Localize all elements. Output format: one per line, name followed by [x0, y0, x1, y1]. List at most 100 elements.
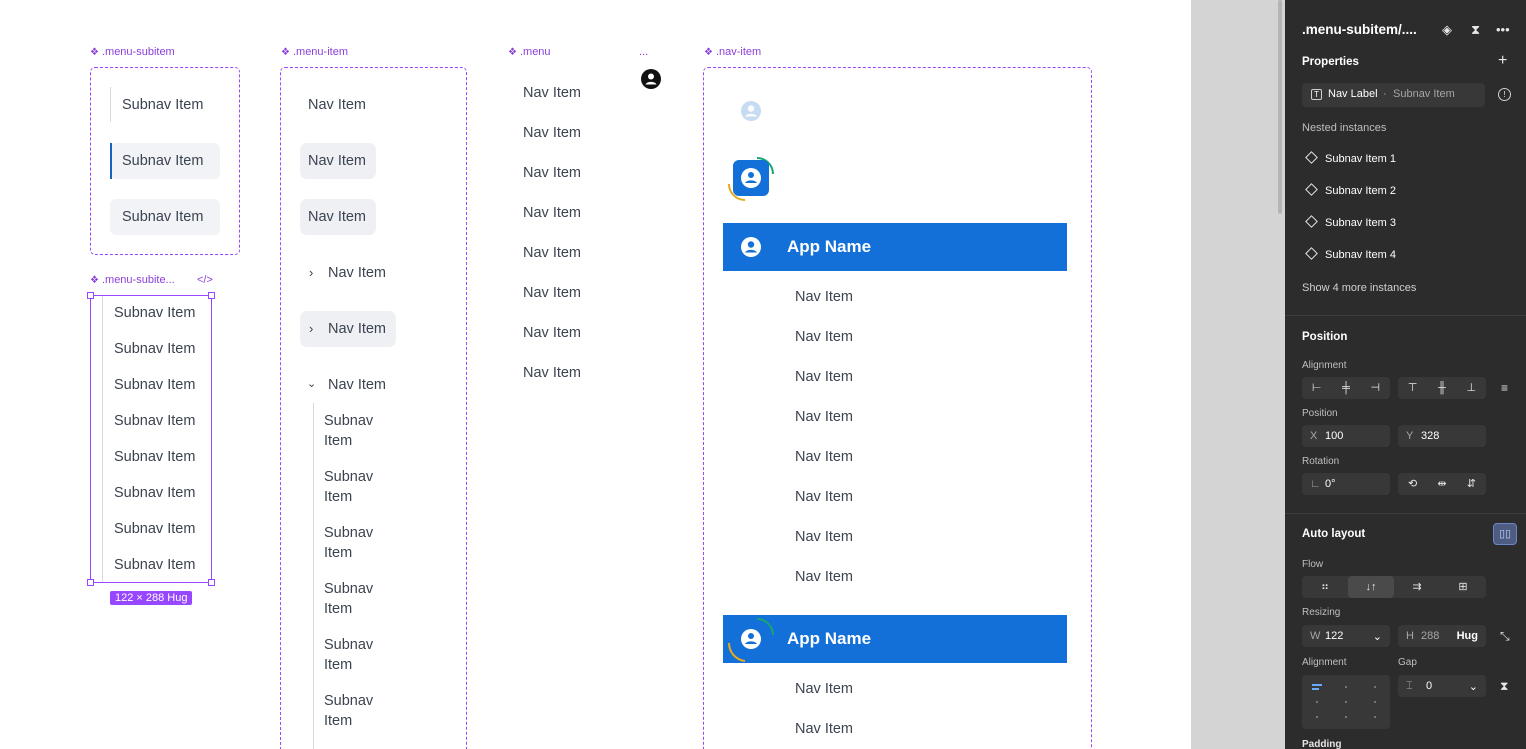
nav-item[interactable]: Nav Item [795, 489, 853, 505]
chevron-down-icon[interactable]: ⌄ [1373, 630, 1382, 643]
subnav-wrapped-line2[interactable]: Item [324, 545, 352, 561]
layout-settings-icon[interactable]: ⧗ [1500, 679, 1508, 694]
flow-horizontal-icon[interactable]: ⇉ [1394, 576, 1440, 598]
resize-handle-bottom-right[interactable] [208, 579, 215, 586]
distribute-icon[interactable]: ≡ [1501, 381, 1508, 395]
chevron-down-icon[interactable]: ⌄ [307, 377, 316, 390]
x-position-field[interactable]: X 100 [1302, 425, 1390, 447]
list-item[interactable]: Subnav Item [114, 449, 195, 465]
app-bar-primary[interactable]: App Name [723, 223, 1067, 271]
component-icon[interactable]: ◈ [1442, 22, 1452, 38]
alignment-grid[interactable] [1302, 675, 1390, 729]
nested-instance-2[interactable]: Subnav Item 2 [1305, 183, 1396, 197]
info-icon[interactable]: ! [1498, 88, 1511, 101]
more-icon[interactable]: ••• [1496, 22, 1510, 37]
horizontal-align-group[interactable]: ⊢ ╪ ⊣ [1302, 377, 1390, 399]
nested-instance-1[interactable]: Subnav Item 1 [1305, 151, 1396, 165]
nav-item[interactable]: Nav Item [795, 721, 853, 737]
subnav-item-default[interactable]: Subnav Item [122, 97, 203, 113]
nav-item-expanded[interactable]: Nav Item [328, 377, 386, 393]
menu-component-label[interactable]: ❖ .menu [508, 46, 551, 58]
nav-item[interactable]: Nav Item [795, 569, 853, 585]
rotation-field[interactable]: ∟ 0° [1302, 473, 1390, 495]
nav-item[interactable]: Nav Item [795, 329, 853, 345]
align-top-icon[interactable]: ⊤ [1398, 377, 1427, 399]
add-property-icon[interactable]: + [1498, 52, 1507, 70]
flow-free-icon[interactable]: ⠶ [1302, 576, 1348, 598]
subnav-wrapped-line1[interactable]: Subnav [324, 693, 373, 709]
align-bottom-icon[interactable]: ⊥ [1457, 377, 1486, 399]
align-center-h-icon[interactable]: ╪ [1331, 377, 1360, 399]
align-right-icon[interactable]: ⊣ [1361, 377, 1390, 399]
rotate-icon[interactable]: ⟲ [1398, 473, 1427, 495]
design-canvas[interactable]: ❖ .menu-subitem ❖ .menu-item ❖ .menu ... ❖.… [0, 0, 1191, 749]
menu-subitem-component-label[interactable]: ❖ .menu-subitem [90, 46, 175, 58]
y-position-field[interactable]: Y 328 [1398, 425, 1486, 447]
flip-horizontal-icon[interactable]: ⇹ [1427, 473, 1456, 495]
list-item[interactable]: Subnav Item [114, 413, 195, 429]
menu-ellipsis-label[interactable]: ... [639, 46, 648, 58]
nav-item-collapsed[interactable]: Nav Item [328, 265, 386, 281]
gap-field[interactable]: ⌶ 0 ⌄ [1398, 675, 1486, 697]
user-avatar-icon[interactable] [641, 69, 661, 89]
menu-nav-item[interactable]: Nav Item [523, 205, 581, 221]
subnav-wrapped-line2[interactable]: Item [324, 489, 352, 505]
nested-instance-4[interactable]: Subnav Item 4 [1305, 247, 1396, 261]
resize-handle-top-right[interactable] [208, 292, 215, 299]
subnav-wrapped-line2[interactable]: Item [324, 433, 352, 449]
list-item[interactable]: Subnav Item [114, 485, 195, 501]
transform-group[interactable]: ⟲ ⇹ ⇵ [1398, 473, 1486, 495]
subnav-wrapped-line2[interactable]: Item [324, 657, 352, 673]
list-item[interactable]: Subnav Item [114, 305, 195, 321]
height-field[interactable]: H 288 Hug [1398, 625, 1486, 647]
chevron-right-icon[interactable]: › [309, 321, 313, 336]
resize-to-fit-icon[interactable]: ⤡ [1500, 629, 1510, 644]
menu-nav-item[interactable]: Nav Item [523, 365, 581, 381]
menu-nav-item[interactable]: Nav Item [523, 165, 581, 181]
nav-item[interactable]: Nav Item [795, 289, 853, 305]
menu-nav-item[interactable]: Nav Item [523, 125, 581, 141]
nav-item-component-label[interactable]: ❖ .nav-item [704, 46, 761, 58]
flow-vertical-icon[interactable]: ↓↑ [1348, 576, 1394, 598]
app-bar-secondary[interactable]: App Name [723, 615, 1067, 663]
align-left-icon[interactable]: ⊢ [1302, 377, 1331, 399]
nav-item[interactable]: Nav Item [795, 369, 853, 385]
subnav-item-hover[interactable]: Subnav Item [122, 209, 203, 225]
menu-subitem-instance-label[interactable]: ❖ .menu-subite... [90, 274, 175, 286]
subnav-wrapped-line1[interactable]: Subnav [324, 525, 373, 541]
subnav-wrapped-line2[interactable]: Item [324, 601, 352, 617]
nav-item[interactable]: Nav Item [795, 529, 853, 545]
show-more-instances-link[interactable]: Show 4 more instances [1302, 282, 1416, 294]
nav-item-hover[interactable]: Nav Item [308, 209, 366, 225]
flip-vertical-icon[interactable]: ⇵ [1457, 473, 1486, 495]
list-item[interactable]: Subnav Item [114, 557, 195, 573]
chevron-right-icon[interactable]: › [309, 265, 313, 280]
subnav-wrapped-line1[interactable]: Subnav [324, 413, 373, 429]
nav-item[interactable]: Nav Item [795, 449, 853, 465]
auto-layout-toggle-icon[interactable]: ▯▯ [1493, 523, 1517, 545]
list-item[interactable]: Subnav Item [114, 377, 195, 393]
subnav-wrapped-line1[interactable]: Subnav [324, 469, 373, 485]
nested-instance-3[interactable]: Subnav Item 3 [1305, 215, 1396, 229]
align-middle-icon[interactable]: ╫ [1427, 377, 1456, 399]
subnav-wrapped-line1[interactable]: Subnav [324, 581, 373, 597]
selected-subitem-frame[interactable] [90, 295, 212, 583]
width-field[interactable]: W 122 ⌄ [1302, 625, 1390, 647]
nav-item-collapsed-hover[interactable]: Nav Item [328, 321, 386, 337]
list-item[interactable]: Subnav Item [114, 341, 195, 357]
nav-item-default[interactable]: Nav Item [308, 97, 366, 113]
nav-label-property[interactable]: T Nav Label · Subnav Item [1302, 83, 1485, 107]
menu-item-component-label[interactable]: ❖ .menu-item [281, 46, 348, 58]
vertical-align-group[interactable]: ⊤ ╫ ⊥ [1398, 377, 1486, 399]
resize-handle-bottom-left[interactable] [87, 579, 94, 586]
subnav-item-active[interactable]: Subnav Item [122, 153, 203, 169]
vertical-scrollbar[interactable] [1278, 0, 1282, 214]
list-item[interactable]: Subnav Item [114, 521, 195, 537]
menu-nav-item[interactable]: Nav Item [523, 85, 581, 101]
resize-handle-top-left[interactable] [87, 292, 94, 299]
subnav-wrapped-line2[interactable]: Item [324, 713, 352, 729]
code-icon[interactable]: </> [197, 274, 213, 286]
menu-nav-item[interactable]: Nav Item [523, 285, 581, 301]
subnav-wrapped-line1[interactable]: Subnav [324, 637, 373, 653]
nav-item-active[interactable]: Nav Item [308, 153, 366, 169]
